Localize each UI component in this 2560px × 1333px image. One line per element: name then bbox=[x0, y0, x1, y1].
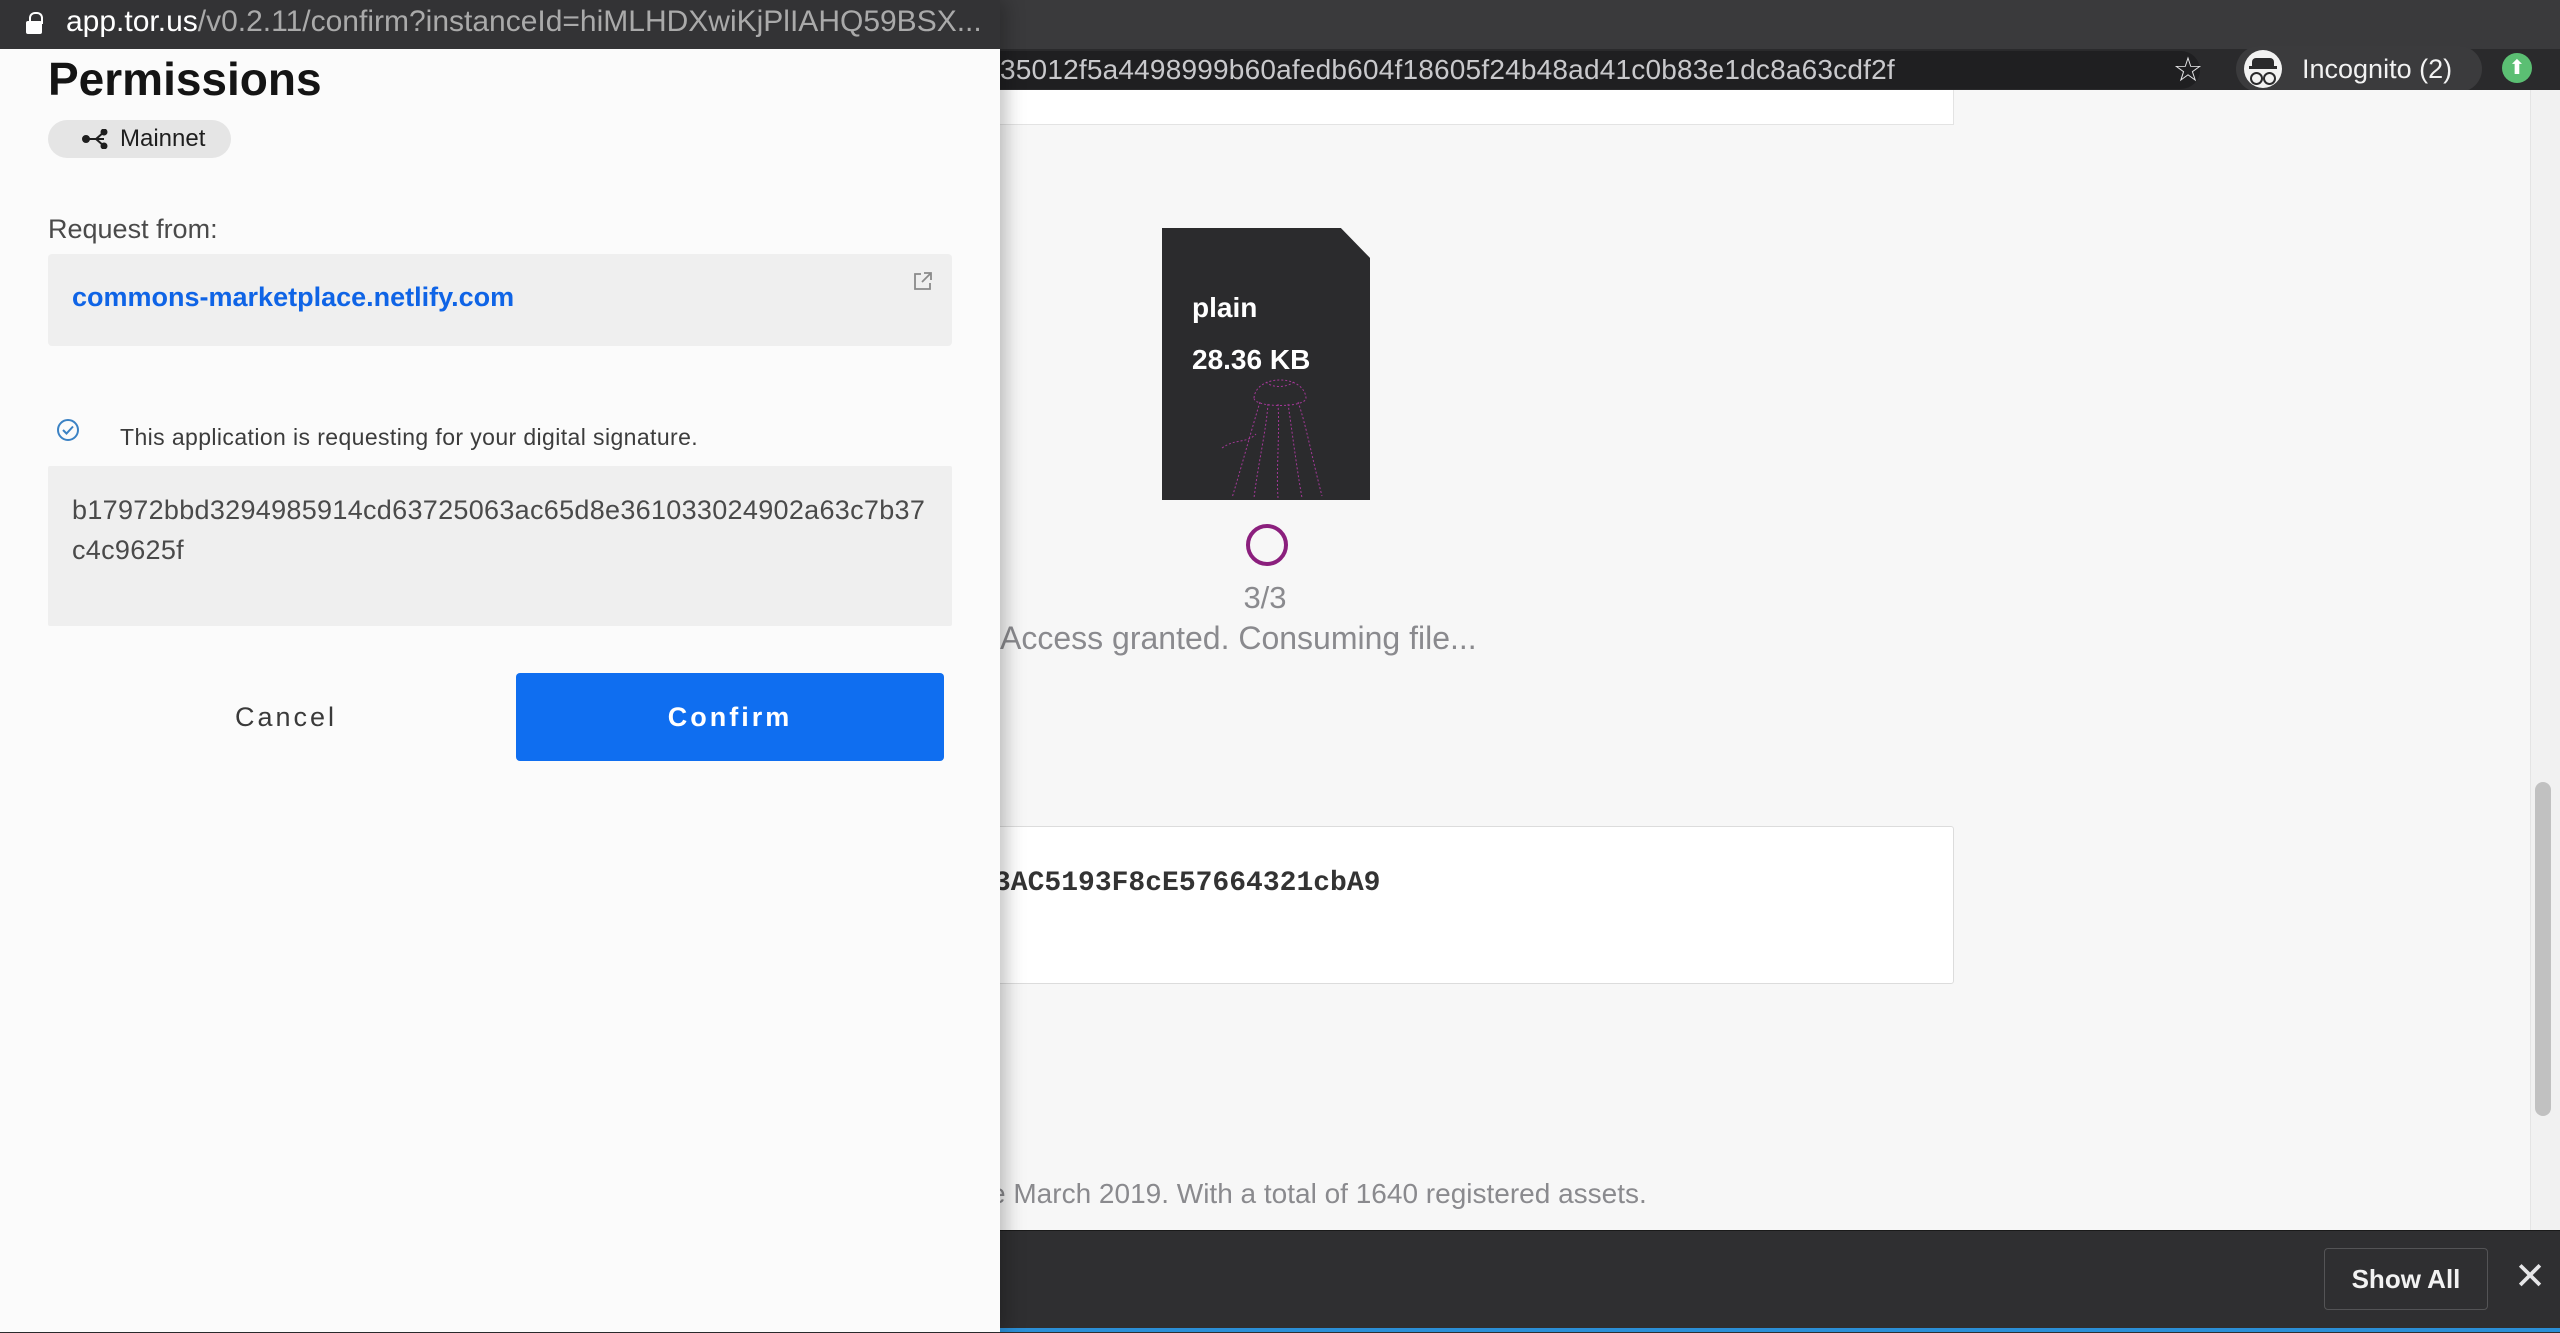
lock-icon bbox=[26, 12, 43, 34]
step-count: 3/3 bbox=[1243, 580, 1287, 615]
close-icon[interactable]: ✕ bbox=[2508, 1255, 2552, 1299]
cancel-button[interactable]: Cancel bbox=[48, 673, 524, 761]
show-all-button[interactable]: Show All bbox=[2324, 1248, 2488, 1310]
bookmark-star-icon[interactable]: ☆ bbox=[2168, 50, 2208, 90]
popup-url-host: app.tor.us bbox=[66, 5, 198, 38]
jellyfish-icon bbox=[1221, 379, 1323, 499]
popup-url-path: /v0.2.11/confirm?instanceId=hiMLHDXwiKjP… bbox=[197, 5, 982, 38]
footer-text: e March 2019. With a total of 1640 regis… bbox=[990, 1178, 1647, 1209]
check-circle-icon bbox=[57, 419, 79, 441]
incognito-indicator[interactable]: Incognito (2) bbox=[2236, 46, 2482, 92]
signature-note: This application is requesting for your … bbox=[120, 424, 699, 450]
message-to-sign: b17972bbd3294985914cd63725063ac65d8e3610… bbox=[72, 495, 926, 565]
origin-link[interactable]: commons-marketplace.netlify.com bbox=[72, 282, 514, 313]
address-text: 3AC5193F8cE57664321cbA9 bbox=[994, 868, 1381, 899]
external-link-icon[interactable] bbox=[912, 270, 934, 292]
progress-ring bbox=[1246, 524, 1288, 566]
incognito-icon bbox=[2244, 50, 2282, 88]
incognito-label: Incognito (2) bbox=[2302, 54, 2453, 84]
permissions-popup: app.tor.us/v0.2.11/confirm?instanceId=hi… bbox=[0, 0, 1000, 1332]
popup-url: app.tor.us/v0.2.11/confirm?instanceId=hi… bbox=[66, 0, 986, 44]
popup-url-bar: app.tor.us/v0.2.11/confirm?instanceId=hi… bbox=[0, 0, 1000, 49]
page-title: Permissions bbox=[48, 53, 322, 105]
update-arrow-icon[interactable]: ⬆ bbox=[2502, 53, 2532, 83]
request-label: Request from: bbox=[48, 214, 218, 244]
top-content-box bbox=[960, 90, 1954, 125]
address-box bbox=[960, 826, 1954, 984]
scrollbar-thumb[interactable] bbox=[2535, 782, 2551, 1116]
confirm-button[interactable]: Confirm bbox=[516, 673, 944, 761]
address-bar-url[interactable]: 35012f5a4498999b60afedb604f18605f24b48ad… bbox=[1000, 54, 1895, 86]
status-text: Access granted. Consuming file... bbox=[1000, 620, 1477, 656]
network-chip: Mainnet bbox=[48, 120, 232, 158]
network-label: Mainnet bbox=[120, 125, 206, 152]
network-icon bbox=[82, 129, 108, 149]
file-type: plain bbox=[1192, 292, 1258, 323]
